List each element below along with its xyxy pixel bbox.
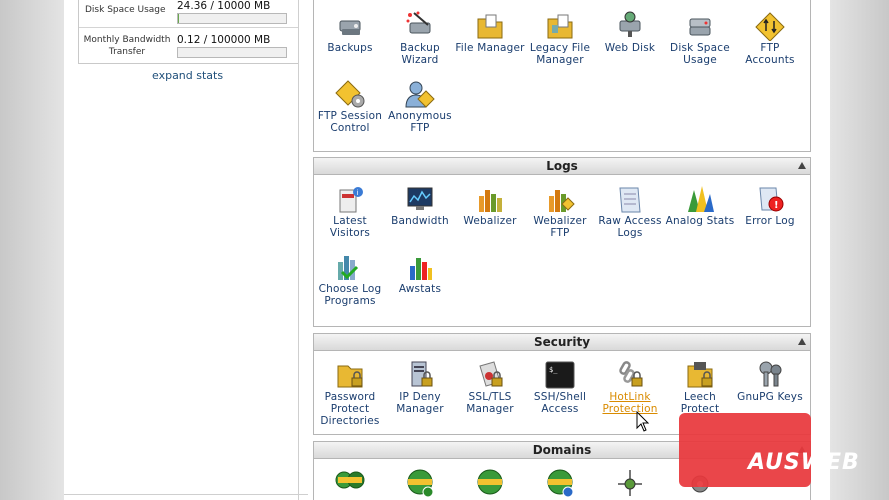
- sidebar-divider: [298, 0, 299, 500]
- disk-space-usage-button[interactable]: Disk Space Usage: [664, 11, 736, 66]
- stats-box: Disk Space Usage 24.36 / 10000 MB Monthl…: [78, 0, 299, 64]
- collapse-arrow-icon[interactable]: [798, 338, 806, 345]
- error-log-button[interactable]: ! Error Log: [734, 184, 806, 227]
- ftp-session-control-button[interactable]: FTP Session Control: [314, 79, 386, 134]
- latest-visitors-icon: i: [339, 187, 363, 213]
- ftp-accounts-button[interactable]: FTP Accounts: [734, 11, 806, 66]
- terminal-icon: $_: [545, 361, 575, 389]
- file-manager-icon: [477, 14, 503, 39]
- raw-access-logs-button[interactable]: Raw Access Logs: [594, 184, 666, 239]
- security-panel-header: Security: [314, 334, 810, 351]
- gnupg-keys-button[interactable]: GnuPG Keys: [734, 360, 806, 403]
- domain-item-2[interactable]: [384, 468, 456, 498]
- www-add-icon: [407, 469, 434, 498]
- backup-wizard-icon: [406, 11, 431, 34]
- file-manager-button[interactable]: File Manager: [454, 11, 526, 54]
- ftp-session-icon: [335, 80, 365, 108]
- awstats-button[interactable]: Awstats: [384, 252, 456, 295]
- anonymous-ftp-button[interactable]: Anonymous FTP: [384, 79, 456, 134]
- mouse-cursor-icon: [636, 411, 650, 432]
- background-left: [0, 0, 64, 500]
- www-globe-icon: [335, 471, 365, 489]
- www-equal-icon: [477, 469, 503, 495]
- webalizer-ftp-button[interactable]: Webalizer FTP: [524, 184, 596, 239]
- ssh-shell-access-button[interactable]: $_ SSH/Shell Access: [524, 360, 596, 415]
- stat-label: Disk Space Usage: [85, 5, 166, 15]
- svg-text:$_: $_: [549, 366, 558, 374]
- webalizer-icon: [479, 190, 502, 212]
- awstats-icon: [410, 258, 432, 280]
- keys-icon: [759, 361, 782, 387]
- ip-deny-icon: [411, 361, 433, 387]
- logs-panel-header: Logs: [314, 158, 810, 175]
- bandwidth-usage-bar: [177, 47, 287, 58]
- bandwidth-button[interactable]: Bandwidth: [384, 184, 456, 227]
- folder-lock-icon: [337, 365, 363, 388]
- security-panel-title: Security: [533, 335, 591, 349]
- choose-log-programs-button[interactable]: Choose Log Programs: [314, 252, 386, 307]
- ip-deny-manager-button[interactable]: IP Deny Manager: [384, 360, 456, 415]
- stat-row-disk-space: Disk Space Usage 24.36 / 10000 MB: [79, 0, 298, 28]
- error-log-icon: !: [759, 187, 784, 212]
- collapse-arrow-icon[interactable]: [798, 162, 806, 169]
- backup-wizard-button[interactable]: Backup Wizard: [384, 11, 456, 66]
- disk-space-icon: [689, 18, 711, 36]
- svg-text:i: i: [357, 189, 359, 197]
- analog-stats-button[interactable]: Analog Stats: [664, 184, 736, 227]
- background-right: [830, 0, 889, 500]
- files-panel: Backups Backup Wizard File Manager Legac…: [313, 0, 811, 152]
- latest-visitors-button[interactable]: i Latest Visitors: [314, 184, 386, 239]
- expand-stats-link[interactable]: expand stats: [152, 69, 223, 82]
- web-disk-icon: [619, 11, 641, 37]
- backups-button[interactable]: Backups: [314, 11, 386, 54]
- ssl-certificate-icon: [479, 361, 503, 387]
- backups-icon: [339, 20, 361, 35]
- disk-usage-bar: [177, 13, 287, 24]
- domain-item-5[interactable]: [594, 468, 666, 498]
- ftp-accounts-icon: [755, 12, 785, 41]
- password-protect-directories-button[interactable]: Password Protect Directories: [314, 360, 386, 427]
- bandwidth-icon: [407, 187, 433, 210]
- logs-panel: Logs i Latest Visitors Bandwidth Webaliz…: [313, 157, 811, 327]
- domain-item-4[interactable]: [524, 468, 596, 498]
- ausweb-logo-text: AUSWEB: [748, 450, 860, 475]
- legacy-file-manager-icon: [547, 14, 573, 39]
- svg-text:!: !: [774, 200, 779, 211]
- anonymous-ftp-icon: [405, 81, 435, 108]
- legacy-file-manager-button[interactable]: Legacy File Manager: [524, 11, 596, 66]
- www-redirect-icon: [547, 469, 574, 498]
- sidebar-bottom-line: [64, 494, 308, 495]
- chain-lock-icon: [619, 361, 643, 387]
- domain-item-1[interactable]: [314, 468, 386, 498]
- leech-protect-button[interactable]: Leech Protect: [664, 360, 736, 415]
- domains-panel-title: Domains: [532, 443, 592, 457]
- domain-item-3[interactable]: [454, 468, 526, 498]
- analog-stats-icon: [688, 186, 714, 212]
- logs-panel-title: Logs: [546, 159, 578, 173]
- hotlink-protection-button[interactable]: HotLink Protection: [594, 360, 666, 415]
- stat-value: 24.36 / 10000 MB: [177, 0, 271, 12]
- ssl-tls-manager-button[interactable]: SSL/TLS Manager: [454, 360, 526, 415]
- webalizer-button[interactable]: Webalizer: [454, 184, 526, 227]
- stat-row-bandwidth: Monthly Bandwidth Transfer 0.12 / 100000…: [79, 30, 298, 62]
- stat-label: Monthly Bandwidth Transfer: [83, 35, 171, 57]
- stat-value: 0.12 / 100000 MB: [177, 34, 271, 46]
- webalizer-ftp-icon: [549, 190, 575, 212]
- network-icon: [618, 470, 642, 496]
- web-disk-button[interactable]: Web Disk: [594, 11, 666, 54]
- raw-access-logs-icon: [619, 187, 641, 213]
- choose-log-programs-icon: [338, 256, 359, 280]
- leech-protect-icon: [687, 362, 713, 388]
